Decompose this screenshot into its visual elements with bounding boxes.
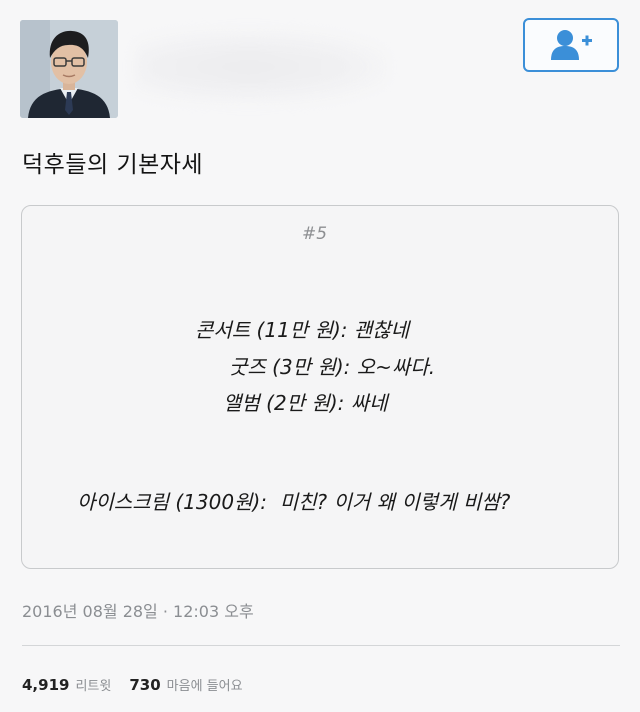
tweet-timestamp: 2016년 08월 28일 · 12:03 오후	[22, 602, 254, 621]
like-label[interactable]: 마음에 들어요	[167, 679, 243, 694]
blurred-username	[136, 32, 386, 102]
avatar[interactable]	[20, 20, 118, 118]
card-line-concert: 콘서트 (11만 원): 괜찮네	[195, 318, 410, 342]
retweet-count[interactable]: 4,919	[22, 676, 69, 694]
divider	[22, 645, 620, 646]
tweet-text: 덕후들의 기본자세	[22, 152, 204, 178]
profile-photo	[20, 20, 118, 118]
retweet-label[interactable]: 리트윗	[75, 679, 111, 694]
add-user-icon	[551, 30, 592, 60]
card-line-icecream: 아이스크림 (1300원): 미친? 이거 왜 이렇게 비쌈?	[77, 490, 511, 514]
card-line-album: 앨범 (2만 원): 싸네	[223, 391, 388, 415]
card-line-goods: 굿즈 (3만 원): 오~싸다.	[229, 355, 436, 379]
follow-button[interactable]	[523, 18, 619, 72]
tweet-image-card[interactable]: #5 콘서트 (11만 원): 괜찮네 굿즈 (3만 원): 오~싸다. 앨범 …	[21, 205, 619, 569]
card-tag: #5	[302, 224, 328, 244]
tweet-stats: 4,919 리트윗 730 마음에 들어요	[22, 675, 261, 694]
like-count[interactable]: 730	[129, 676, 160, 694]
